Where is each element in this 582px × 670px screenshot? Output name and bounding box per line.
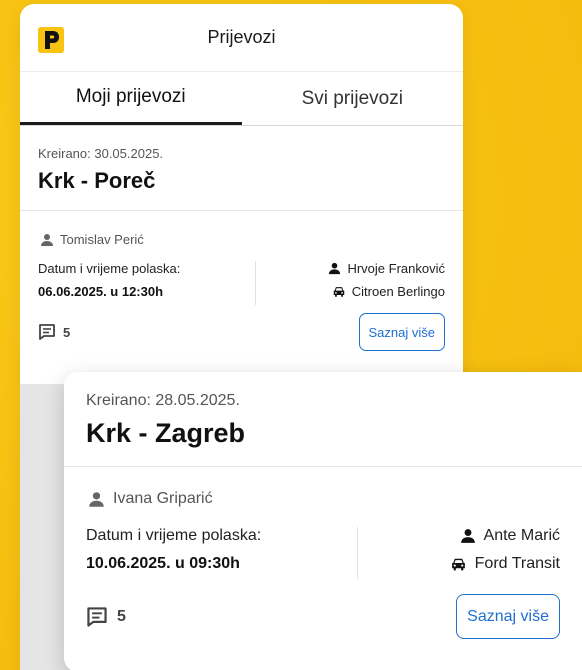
route-title: Krk - Zagreb — [86, 418, 246, 448]
page-title: Prijevozi — [207, 27, 276, 47]
driver-block: Hrvoje Franković Citroen Berlingo — [256, 261, 445, 307]
passenger-name: Tomislav Perić — [60, 232, 144, 247]
driver-icon — [460, 528, 476, 544]
driver-block: Ante Marić Ford Transit — [358, 527, 560, 582]
info-row: Datum i vrijeme polaska: 10.06.2025. u 0… — [64, 508, 582, 582]
route-title: Krk - Poreč — [38, 168, 156, 193]
tab-my-rides[interactable]: Moji prijevozi — [20, 72, 242, 125]
departure-label: Datum i vrijeme polaska: — [86, 527, 262, 544]
vehicle-line: Citroen Berlingo — [332, 284, 445, 299]
created-date: Kreirano: 28.05.2025. — [86, 392, 240, 409]
ride-card-featured[interactable]: Kreirano: 28.05.2025. Krk - Zagreb Ivana… — [64, 372, 582, 670]
departure-label: Datum i vrijeme polaska: — [38, 261, 181, 276]
passenger-name: Ivana Griparić — [113, 490, 213, 507]
person-icon — [88, 491, 105, 508]
ride-card[interactable]: Kreirano: 30.05.2025. Krk - Poreč Tomisl… — [20, 126, 463, 351]
card-footer: 5 Saznaj više — [64, 582, 582, 639]
created-date: Kreirano: 30.05.2025. — [38, 146, 164, 161]
passenger-row: Ivana Griparić — [64, 467, 582, 508]
app-header: Prijevozi — [20, 4, 463, 72]
driver-name: Ante Marić — [483, 527, 560, 544]
driver-icon — [328, 262, 341, 275]
tab-bar: Moji prijevozi Svi prijevozi — [20, 72, 463, 126]
tab-label: Svi prijevozi — [301, 87, 403, 109]
comments-count: 5 — [63, 324, 71, 340]
passenger-row: Tomislav Perić — [20, 211, 463, 247]
comments-counter[interactable]: 5 — [38, 323, 70, 341]
driver-name: Hrvoje Franković — [347, 261, 445, 276]
driver-line: Hrvoje Franković — [328, 261, 445, 276]
comments-counter[interactable]: 5 — [86, 606, 126, 628]
car-icon — [450, 556, 467, 572]
vehicle-name: Ford Transit — [474, 555, 560, 572]
tab-all-rides[interactable]: Svi prijevozi — [242, 72, 464, 125]
departure-value: 06.06.2025. u 12:30h — [38, 284, 164, 299]
learn-more-button[interactable]: Saznaj više — [456, 594, 560, 639]
tab-label: Moji prijevozi — [75, 86, 186, 107]
departure-value: 10.06.2025. u 09:30h — [86, 555, 240, 572]
info-row: Datum i vrijeme polaska: 06.06.2025. u 1… — [20, 247, 463, 307]
comment-icon — [38, 323, 56, 341]
vehicle-name: Citroen Berlingo — [351, 284, 445, 299]
card-footer: 5 Saznaj više — [20, 307, 463, 351]
person-icon — [40, 233, 54, 247]
car-icon — [332, 285, 346, 298]
departure-block: Datum i vrijeme polaska: 10.06.2025. u 0… — [86, 527, 358, 579]
logo-icon — [38, 27, 64, 53]
comments-count: 5 — [117, 607, 126, 625]
driver-line: Ante Marić — [460, 527, 560, 545]
departure-block: Datum i vrijeme polaska: 06.06.2025. u 1… — [38, 261, 256, 305]
learn-more-button[interactable]: Saznaj više — [358, 313, 445, 351]
vehicle-line: Ford Transit — [450, 555, 560, 573]
comment-icon — [86, 606, 108, 628]
